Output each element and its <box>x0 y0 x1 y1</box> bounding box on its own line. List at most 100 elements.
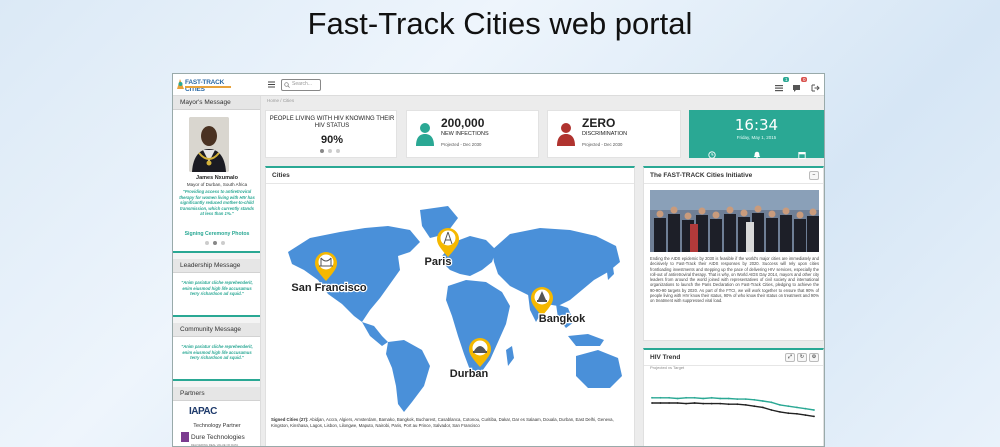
search-input[interactable]: Search... <box>281 79 321 91</box>
carousel-dot-active[interactable] <box>320 149 324 153</box>
trend-point[interactable] <box>693 396 696 399</box>
carousel-dot[interactable] <box>328 149 332 153</box>
trend-point[interactable] <box>804 414 807 416</box>
trend-point[interactable] <box>685 396 687 399</box>
hamburger-menu-icon[interactable] <box>268 81 275 88</box>
messages-badge: 0 <box>801 77 807 82</box>
signing-ceremony-link[interactable]: Signing Ceremony Photos <box>173 231 261 237</box>
trend-point[interactable] <box>753 405 756 408</box>
technology-partner-label: Technology Partner <box>193 423 241 429</box>
alarm-button[interactable] <box>753 146 761 164</box>
minus-icon: − <box>812 172 816 178</box>
kpi-new-infections-label: NEW INFECTIONS <box>441 131 489 137</box>
carousel-dot[interactable] <box>205 241 209 245</box>
trend-point[interactable] <box>676 397 679 400</box>
trend-point[interactable] <box>685 402 687 405</box>
leadership-quote: "Anim pariatur cliche reprehenderit, eni… <box>181 280 253 296</box>
signed-cities-list: Abidjan, Accra, Algiers, Amsterdam, Bama… <box>271 417 614 428</box>
trend-point[interactable] <box>770 409 773 411</box>
calendar-icon <box>798 152 806 159</box>
bell-icon <box>753 151 761 159</box>
trend-point[interactable] <box>804 407 807 410</box>
kpi-discrimination-sub: Projected - Dec 2030 <box>582 142 623 147</box>
trend-point[interactable] <box>668 396 670 399</box>
trend-point[interactable] <box>719 397 722 400</box>
trend-point[interactable] <box>659 402 662 404</box>
breadcrumb: Home / Cities <box>267 98 294 103</box>
trend-point[interactable] <box>676 402 679 404</box>
iapac-logo[interactable]: IAPAC <box>189 406 217 417</box>
sidebar: Mayor's Message James Nxumalo Mayor of D… <box>173 96 261 447</box>
trend-point[interactable] <box>727 403 730 406</box>
breadcrumb-home[interactable]: Home <box>267 98 279 103</box>
carousel-dot[interactable] <box>336 149 340 153</box>
trend-point[interactable] <box>710 402 713 405</box>
carousel-dot[interactable] <box>221 241 225 245</box>
trend-point[interactable] <box>813 415 815 418</box>
refresh-button[interactable]: ↻ <box>797 353 807 362</box>
trend-point[interactable] <box>719 402 722 405</box>
leadership-message-panel: "Anim pariatur cliche reprehenderit, eni… <box>173 273 260 317</box>
trend-point[interactable] <box>710 396 713 399</box>
logo[interactable]: FAST-TRACK CITIES <box>176 76 234 93</box>
map-label-san-francisco: San Francisco <box>291 282 366 294</box>
logo-underline <box>185 86 231 88</box>
portal-screenshot: FAST-TRACK CITIES Search... 1 0 Mayor's <box>172 73 825 447</box>
partners-heading: Partners <box>173 387 260 401</box>
initiative-panel-title: The FAST-TRACK Cities Initiative − <box>644 168 823 184</box>
map-label-bangkok: Bangkok <box>539 313 586 325</box>
person-icon <box>416 123 434 146</box>
trend-point[interactable] <box>736 403 739 406</box>
dure-tagline: DELIVERING REAL VALUE OF DATA <box>191 443 239 447</box>
trend-point[interactable] <box>761 406 764 409</box>
dure-technologies-logo[interactable]: Dure Technologies <box>181 432 245 442</box>
list-icon <box>775 85 783 92</box>
trend-point[interactable] <box>779 411 781 413</box>
initiative-panel: The FAST-TRACK Cities Initiative − Endin… <box>643 166 824 341</box>
trend-point[interactable] <box>761 400 764 402</box>
initiative-title-text: The FAST-TRACK Cities Initiative <box>650 172 753 179</box>
chat-icon <box>793 85 800 92</box>
trend-point[interactable] <box>736 398 739 400</box>
dure-logo-text: Dure Technologies <box>191 433 245 441</box>
hiv-trend-chart[interactable] <box>648 374 820 446</box>
trend-point[interactable] <box>727 397 730 400</box>
expand-button[interactable]: − <box>809 171 819 180</box>
trend-point[interactable] <box>753 398 756 401</box>
map-label-durban: Durban <box>450 368 489 380</box>
kpi-hiv-status-title: PEOPLE LIVING WITH HIV KNOWING THEIR HIV… <box>269 116 395 129</box>
community-quote: "Anim pariatur cliche reprehenderit, eni… <box>181 344 253 360</box>
trend-point[interactable] <box>770 401 773 404</box>
community-message-heading: Community Message <box>173 323 260 337</box>
topbar-actions: 1 0 <box>774 77 820 92</box>
trend-point[interactable] <box>693 402 696 404</box>
search-icon <box>284 82 290 88</box>
signed-cities-label: Signed Cities (27): <box>271 417 309 422</box>
trend-point[interactable] <box>796 406 798 409</box>
trend-point[interactable] <box>651 396 653 399</box>
trend-point[interactable] <box>813 409 815 411</box>
cities-panel-title: Cities <box>266 168 634 184</box>
logout-button[interactable] <box>810 80 820 92</box>
trend-point[interactable] <box>702 397 705 400</box>
trend-point[interactable] <box>744 398 747 400</box>
trend-point[interactable] <box>787 412 790 415</box>
settings-button[interactable]: ⚙ <box>809 353 819 362</box>
trend-point[interactable] <box>796 412 798 415</box>
trend-point[interactable] <box>668 402 670 404</box>
trend-point[interactable] <box>779 404 781 406</box>
carousel-dot-active[interactable] <box>213 241 217 245</box>
trend-point[interactable] <box>744 404 747 406</box>
trend-point[interactable] <box>659 396 662 399</box>
trend-point[interactable] <box>651 402 653 404</box>
calendar-button[interactable] <box>798 146 806 164</box>
trend-point[interactable] <box>787 405 790 408</box>
kpi-new-infections-value: 200,000 <box>441 116 485 130</box>
trend-point[interactable] <box>702 402 705 405</box>
messages-button[interactable]: 0 <box>792 77 807 92</box>
hiv-trend-subtitle: Projected vs Target <box>650 365 685 370</box>
clock-button[interactable] <box>708 146 716 164</box>
world-map[interactable]: San Francisco Paris Bangkok Durban <box>270 190 630 415</box>
fullscreen-button[interactable]: ⤢ <box>785 353 795 362</box>
tasks-button[interactable]: 1 <box>774 77 789 92</box>
